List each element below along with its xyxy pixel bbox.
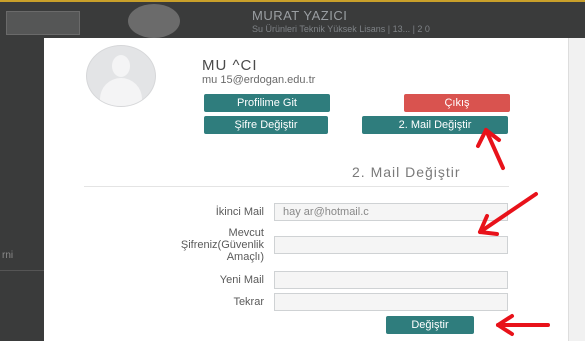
header-user-subtitle: Su Ürünleri Teknik Yüksek Lisans | 13...…: [252, 24, 430, 34]
sidebar-divider: [0, 270, 44, 271]
new-mail-label: Yeni Mail: [219, 274, 264, 286]
current-password-label-line1: Mevcut: [228, 227, 264, 239]
form-divider: [84, 186, 509, 187]
repeat-mail-field[interactable]: [274, 293, 508, 311]
profile-button[interactable]: Profilime Git: [204, 94, 330, 112]
avatar: [86, 45, 156, 107]
avatar-body-icon: [100, 78, 142, 106]
current-password-field[interactable]: [274, 236, 508, 254]
sidebar-partial-text: rni: [2, 250, 14, 261]
header-search-box[interactable]: [6, 11, 80, 35]
second-mail-field[interactable]: hay ar@hotmail.c: [274, 203, 508, 221]
repeat-mail-label: Tekrar: [233, 296, 264, 308]
logout-button[interactable]: Çıkış: [404, 94, 510, 112]
submit-button[interactable]: Değiştir: [386, 316, 474, 334]
left-sidebar: rni: [0, 38, 44, 341]
current-password-label-line3: Amaçlı): [226, 251, 264, 263]
second-mail-label: İkinci Mail: [215, 206, 264, 218]
profile-user-name: MU ^CI: [202, 57, 258, 74]
form-title: 2. Mail Değiştir: [352, 164, 461, 180]
avatar-head-icon: [112, 55, 130, 77]
header-avatar[interactable]: [128, 4, 180, 38]
right-edge: [568, 38, 585, 341]
app-header: MURAT YAZICI Su Ürünleri Teknik Yüksek L…: [0, 0, 585, 40]
current-password-label-line2: Şifreniz(Güvenlik: [180, 239, 264, 251]
header-user-name: MURAT YAZICI: [252, 8, 348, 23]
new-mail-field[interactable]: [274, 271, 508, 289]
change-password-button[interactable]: Şifre Değiştir: [204, 116, 328, 134]
profile-user-email: mu 15@erdogan.edu.tr: [202, 74, 316, 86]
change-mail-button[interactable]: 2. Mail Değiştir: [362, 116, 508, 134]
